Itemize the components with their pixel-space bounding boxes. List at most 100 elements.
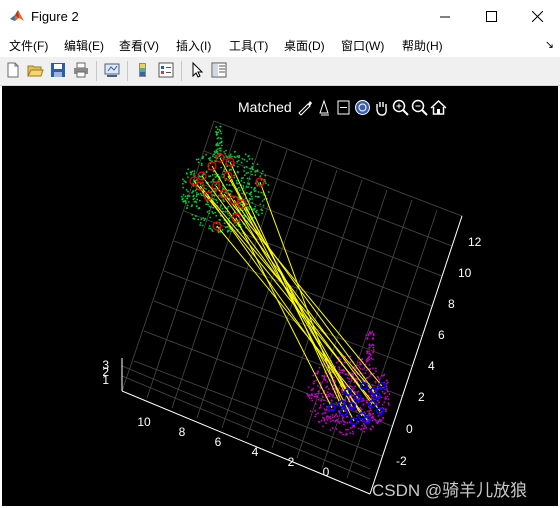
target-point	[366, 337, 369, 339]
window-title: Figure 2	[31, 9, 79, 24]
legend-icon[interactable]	[157, 61, 175, 79]
source-point	[228, 214, 231, 217]
y-tick-label: 12	[468, 235, 482, 249]
zoom-in-icon[interactable]	[391, 98, 410, 117]
figure-toolbar	[0, 57, 560, 86]
y-tick-label: 10	[458, 266, 472, 280]
target-point	[314, 395, 317, 398]
maximize-button[interactable]	[468, 0, 514, 33]
source-point	[202, 155, 205, 158]
source-point	[245, 186, 248, 188]
target-point	[364, 425, 367, 427]
source-point	[265, 182, 267, 184]
source-point	[211, 174, 214, 176]
menu-window[interactable]: 窗口(W)	[341, 37, 384, 54]
menu-insert[interactable]: 插入(I)	[176, 37, 211, 54]
new-figure-icon[interactable]	[4, 61, 22, 79]
source-point	[215, 183, 218, 185]
zoom-out-icon[interactable]	[410, 98, 429, 117]
source-point	[203, 219, 206, 222]
target-point	[368, 414, 371, 417]
target-point	[351, 372, 353, 375]
brush-icon[interactable]	[296, 98, 315, 117]
target-point	[372, 351, 374, 353]
target-point	[372, 346, 375, 349]
data-tips-icon[interactable]	[315, 98, 334, 117]
pan-hand-icon[interactable]	[372, 98, 391, 117]
source-point	[249, 167, 252, 170]
minimize-button[interactable]	[422, 0, 468, 33]
target-point	[319, 404, 322, 406]
y-tick-label: 8	[448, 297, 455, 311]
save-icon[interactable]	[49, 61, 67, 79]
target-point	[366, 350, 369, 352]
source-point	[260, 172, 263, 175]
property-inspector-icon[interactable]	[210, 61, 228, 79]
target-point	[325, 422, 327, 425]
source-point	[205, 203, 208, 205]
pan-axes-icon[interactable]	[334, 98, 353, 117]
menu-help[interactable]: 帮助(H)	[402, 37, 443, 54]
target-point	[326, 408, 328, 411]
target-point	[383, 401, 386, 404]
target-point	[346, 377, 349, 379]
menu-file[interactable]: 文件(F)	[9, 37, 48, 54]
target-point	[323, 377, 326, 379]
source-point	[206, 211, 209, 213]
target-point	[370, 357, 373, 360]
target-point	[357, 427, 360, 430]
source-point	[216, 144, 219, 147]
target-point	[311, 388, 314, 391]
target-point	[369, 427, 372, 430]
source-point	[250, 170, 253, 173]
target-point	[334, 414, 337, 417]
open-file-icon[interactable]	[26, 61, 44, 79]
target-point	[351, 430, 354, 433]
target-point	[341, 371, 343, 374]
source-point	[195, 158, 198, 161]
source-point	[241, 192, 244, 195]
colorbar-icon[interactable]	[134, 61, 152, 79]
source-point	[214, 176, 217, 178]
menu-desktop[interactable]: 桌面(D)	[284, 37, 325, 54]
target-point	[321, 395, 324, 398]
source-point	[197, 218, 200, 221]
menu-tools[interactable]: 工具(T)	[229, 37, 268, 54]
menu-overflow-icon[interactable]: ↘	[545, 38, 554, 51]
grid-line	[171, 139, 263, 409]
home-icon[interactable]	[429, 98, 448, 117]
target-point	[343, 423, 345, 426]
source-point	[240, 161, 243, 164]
target-point	[317, 385, 319, 387]
source-point	[263, 198, 266, 200]
source-point	[214, 184, 217, 187]
target-point	[323, 399, 325, 402]
link-plot-icon[interactable]	[103, 61, 121, 79]
source-point	[251, 198, 254, 200]
target-point	[383, 373, 386, 376]
source-point	[197, 158, 200, 160]
source-point	[229, 153, 232, 156]
menu-view[interactable]: 查看(V)	[119, 37, 159, 54]
target-point	[332, 384, 335, 386]
source-point	[219, 219, 222, 221]
point-cloud-plot[interactable]: 1086420121086420-2321	[2, 86, 558, 506]
target-point	[307, 395, 310, 398]
menu-edit[interactable]: 编辑(E)	[64, 37, 104, 54]
grid-line	[346, 209, 438, 479]
target-point	[361, 424, 363, 427]
target-point	[333, 379, 336, 381]
target-point	[339, 358, 342, 361]
close-button[interactable]	[514, 0, 560, 33]
target-point	[365, 369, 368, 371]
print-icon[interactable]	[72, 61, 90, 79]
target-point	[308, 397, 311, 399]
source-point	[193, 197, 196, 200]
rotate-icon[interactable]	[353, 98, 372, 117]
target-point	[344, 373, 347, 376]
source-point	[187, 194, 189, 197]
source-point	[233, 176, 236, 179]
target-point	[343, 420, 345, 423]
source-point	[200, 162, 203, 165]
pointer-icon[interactable]	[188, 61, 206, 79]
